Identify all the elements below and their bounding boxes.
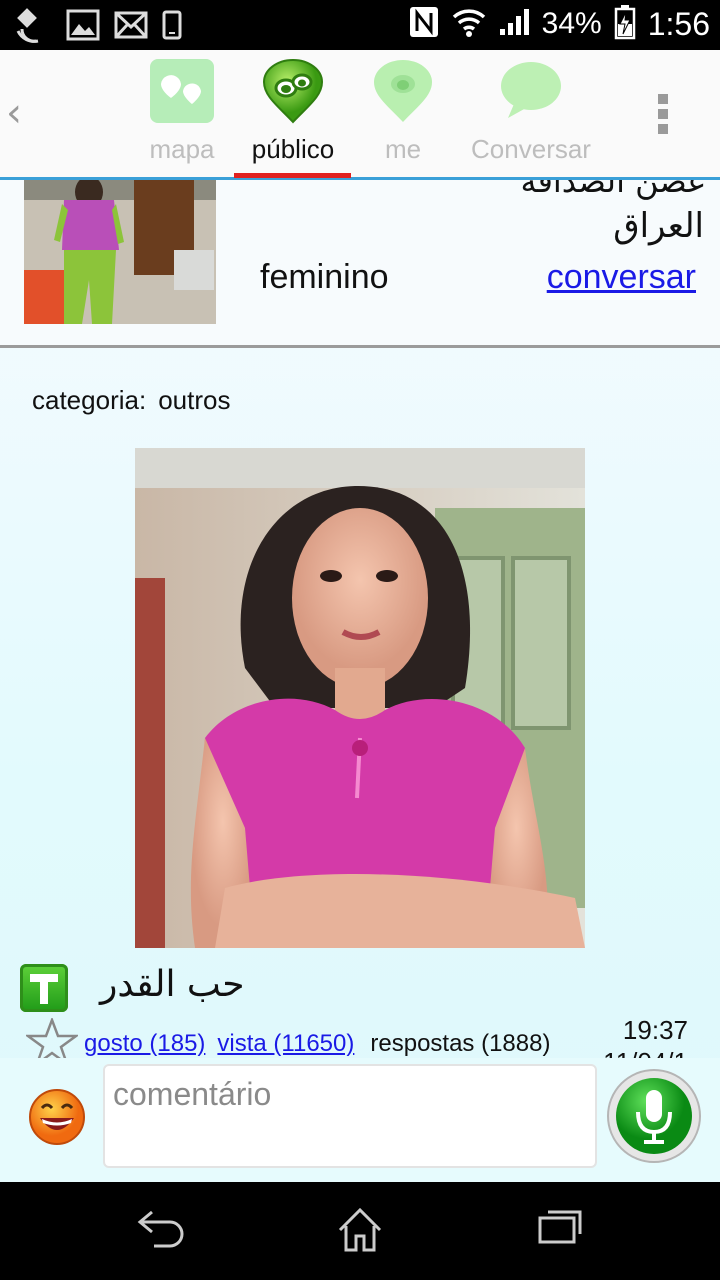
category-row: categoria: outros [32, 385, 230, 416]
post-date: 11/04/1 [603, 1046, 688, 1058]
battery-percent: 34% [541, 7, 602, 40]
me-pin-icon [374, 60, 432, 122]
wifi-icon [452, 7, 486, 41]
likes-link[interactable]: gosto (185) [84, 1030, 205, 1057]
category-value: outros [158, 385, 231, 415]
back-arrow-icon[interactable]: ‹ [6, 90, 22, 136]
post-title: حب القدر [100, 964, 245, 1005]
nfc-icon [408, 5, 440, 43]
battery-charging-icon [614, 4, 636, 44]
comment-composer [0, 1058, 720, 1182]
tab-bar: ‹ mapa público me Conversar [0, 50, 720, 180]
recents-nav-icon[interactable] [536, 1206, 584, 1250]
replies-count: respostas (1888) [370, 1030, 551, 1057]
signal-icon [498, 7, 530, 41]
overflow-menu-icon[interactable] [658, 94, 670, 139]
views-link[interactable]: vista (11650) [217, 1030, 354, 1057]
tab-label: me [384, 134, 422, 164]
post-timestamp: 19:37 11/04/1 [603, 1014, 688, 1058]
comment-input[interactable] [103, 1064, 597, 1168]
active-tab-indicator [234, 173, 351, 178]
phone-icon [162, 10, 182, 44]
microphone-icon [607, 1069, 701, 1163]
emoji-button[interactable] [28, 1088, 86, 1150]
tab-me[interactable]: me [338, 58, 468, 165]
image-icon [66, 9, 100, 45]
avatar[interactable] [24, 180, 216, 324]
topic-icon [20, 964, 68, 1012]
user-country: العراق [613, 206, 704, 246]
post-stats: gosto (185) vista (11650) respostas (1888) [84, 1030, 550, 1058]
post-detail: غصن الصداقة العراق feminino conversar ca… [0, 180, 720, 1182]
public-group-icon [262, 59, 324, 124]
post-time: 19:37 [622, 1015, 688, 1045]
map-pin-icon [150, 59, 214, 123]
user-card: غصن الصداقة العراق feminino conversar [0, 180, 720, 348]
tab-label: Conversar [471, 134, 591, 164]
emoji-icon [29, 1089, 85, 1145]
voice-input-button[interactable] [606, 1068, 702, 1164]
mail-icon [114, 11, 148, 43]
conversar-link[interactable]: conversar [547, 258, 696, 297]
user-name: غصن الصداقة [520, 180, 704, 200]
back-nav-icon[interactable] [136, 1206, 186, 1254]
clock: 1:56 [647, 5, 710, 42]
home-nav-icon[interactable] [336, 1206, 384, 1258]
location-satellite-icon [14, 7, 52, 47]
chat-bubble-icon [501, 62, 561, 118]
post-photo[interactable] [135, 448, 585, 948]
status-bar: 34% 1:56 [0, 0, 720, 50]
tab-conversar[interactable]: Conversar [466, 58, 596, 165]
user-gender: feminino [260, 258, 389, 296]
navigation-bar [0, 1182, 720, 1280]
category-label: categoria: [32, 385, 147, 415]
